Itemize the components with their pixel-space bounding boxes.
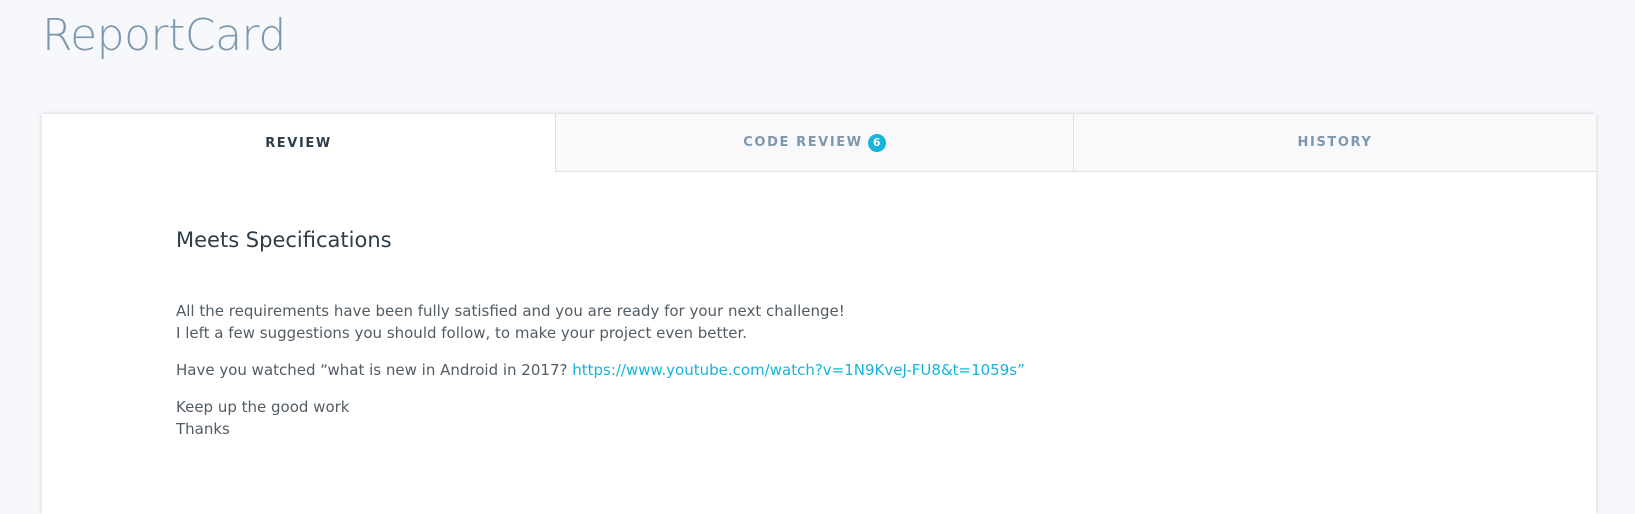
review-summary-line-2: I left a few suggestions you should foll… [176,324,748,342]
tab-review-label: REVIEW [265,135,332,151]
tab-code-review-label: CODE REVIEW [743,135,863,150]
review-result-heading: Meets Specifications [176,228,392,252]
review-video-paragraph: Have you watched “what is new in Android… [176,359,1476,381]
youtube-link[interactable]: https://www.youtube.com/watch?v=1N9KveJ-… [572,361,1025,379]
tab-code-review[interactable]: CODE REVIEW 6 [555,114,1073,172]
review-video-text: Have you watched “what is new in Android… [176,361,573,379]
tab-review[interactable]: REVIEW [42,114,555,172]
tab-history-label: HISTORY [1297,135,1373,150]
tab-history[interactable]: HISTORY [1073,114,1596,172]
review-closing-paragraph: Keep up the good work Thanks [176,396,1476,440]
code-review-count-badge: 6 [867,133,886,152]
review-summary-line-1: All the requirements have been fully sat… [176,302,845,320]
review-closing-line-1: Keep up the good work [176,398,350,416]
review-content: Meets Specifications All the requirement… [176,226,1476,440]
report-card-panel: REVIEW CODE REVIEW 6 HISTORY Meets Speci… [42,114,1596,514]
review-closing-line-2: Thanks [176,420,230,438]
page-title: ReportCard [42,10,286,61]
review-summary-paragraph: All the requirements have been fully sat… [176,300,1476,344]
tab-bar: REVIEW CODE REVIEW 6 HISTORY [42,114,1596,172]
